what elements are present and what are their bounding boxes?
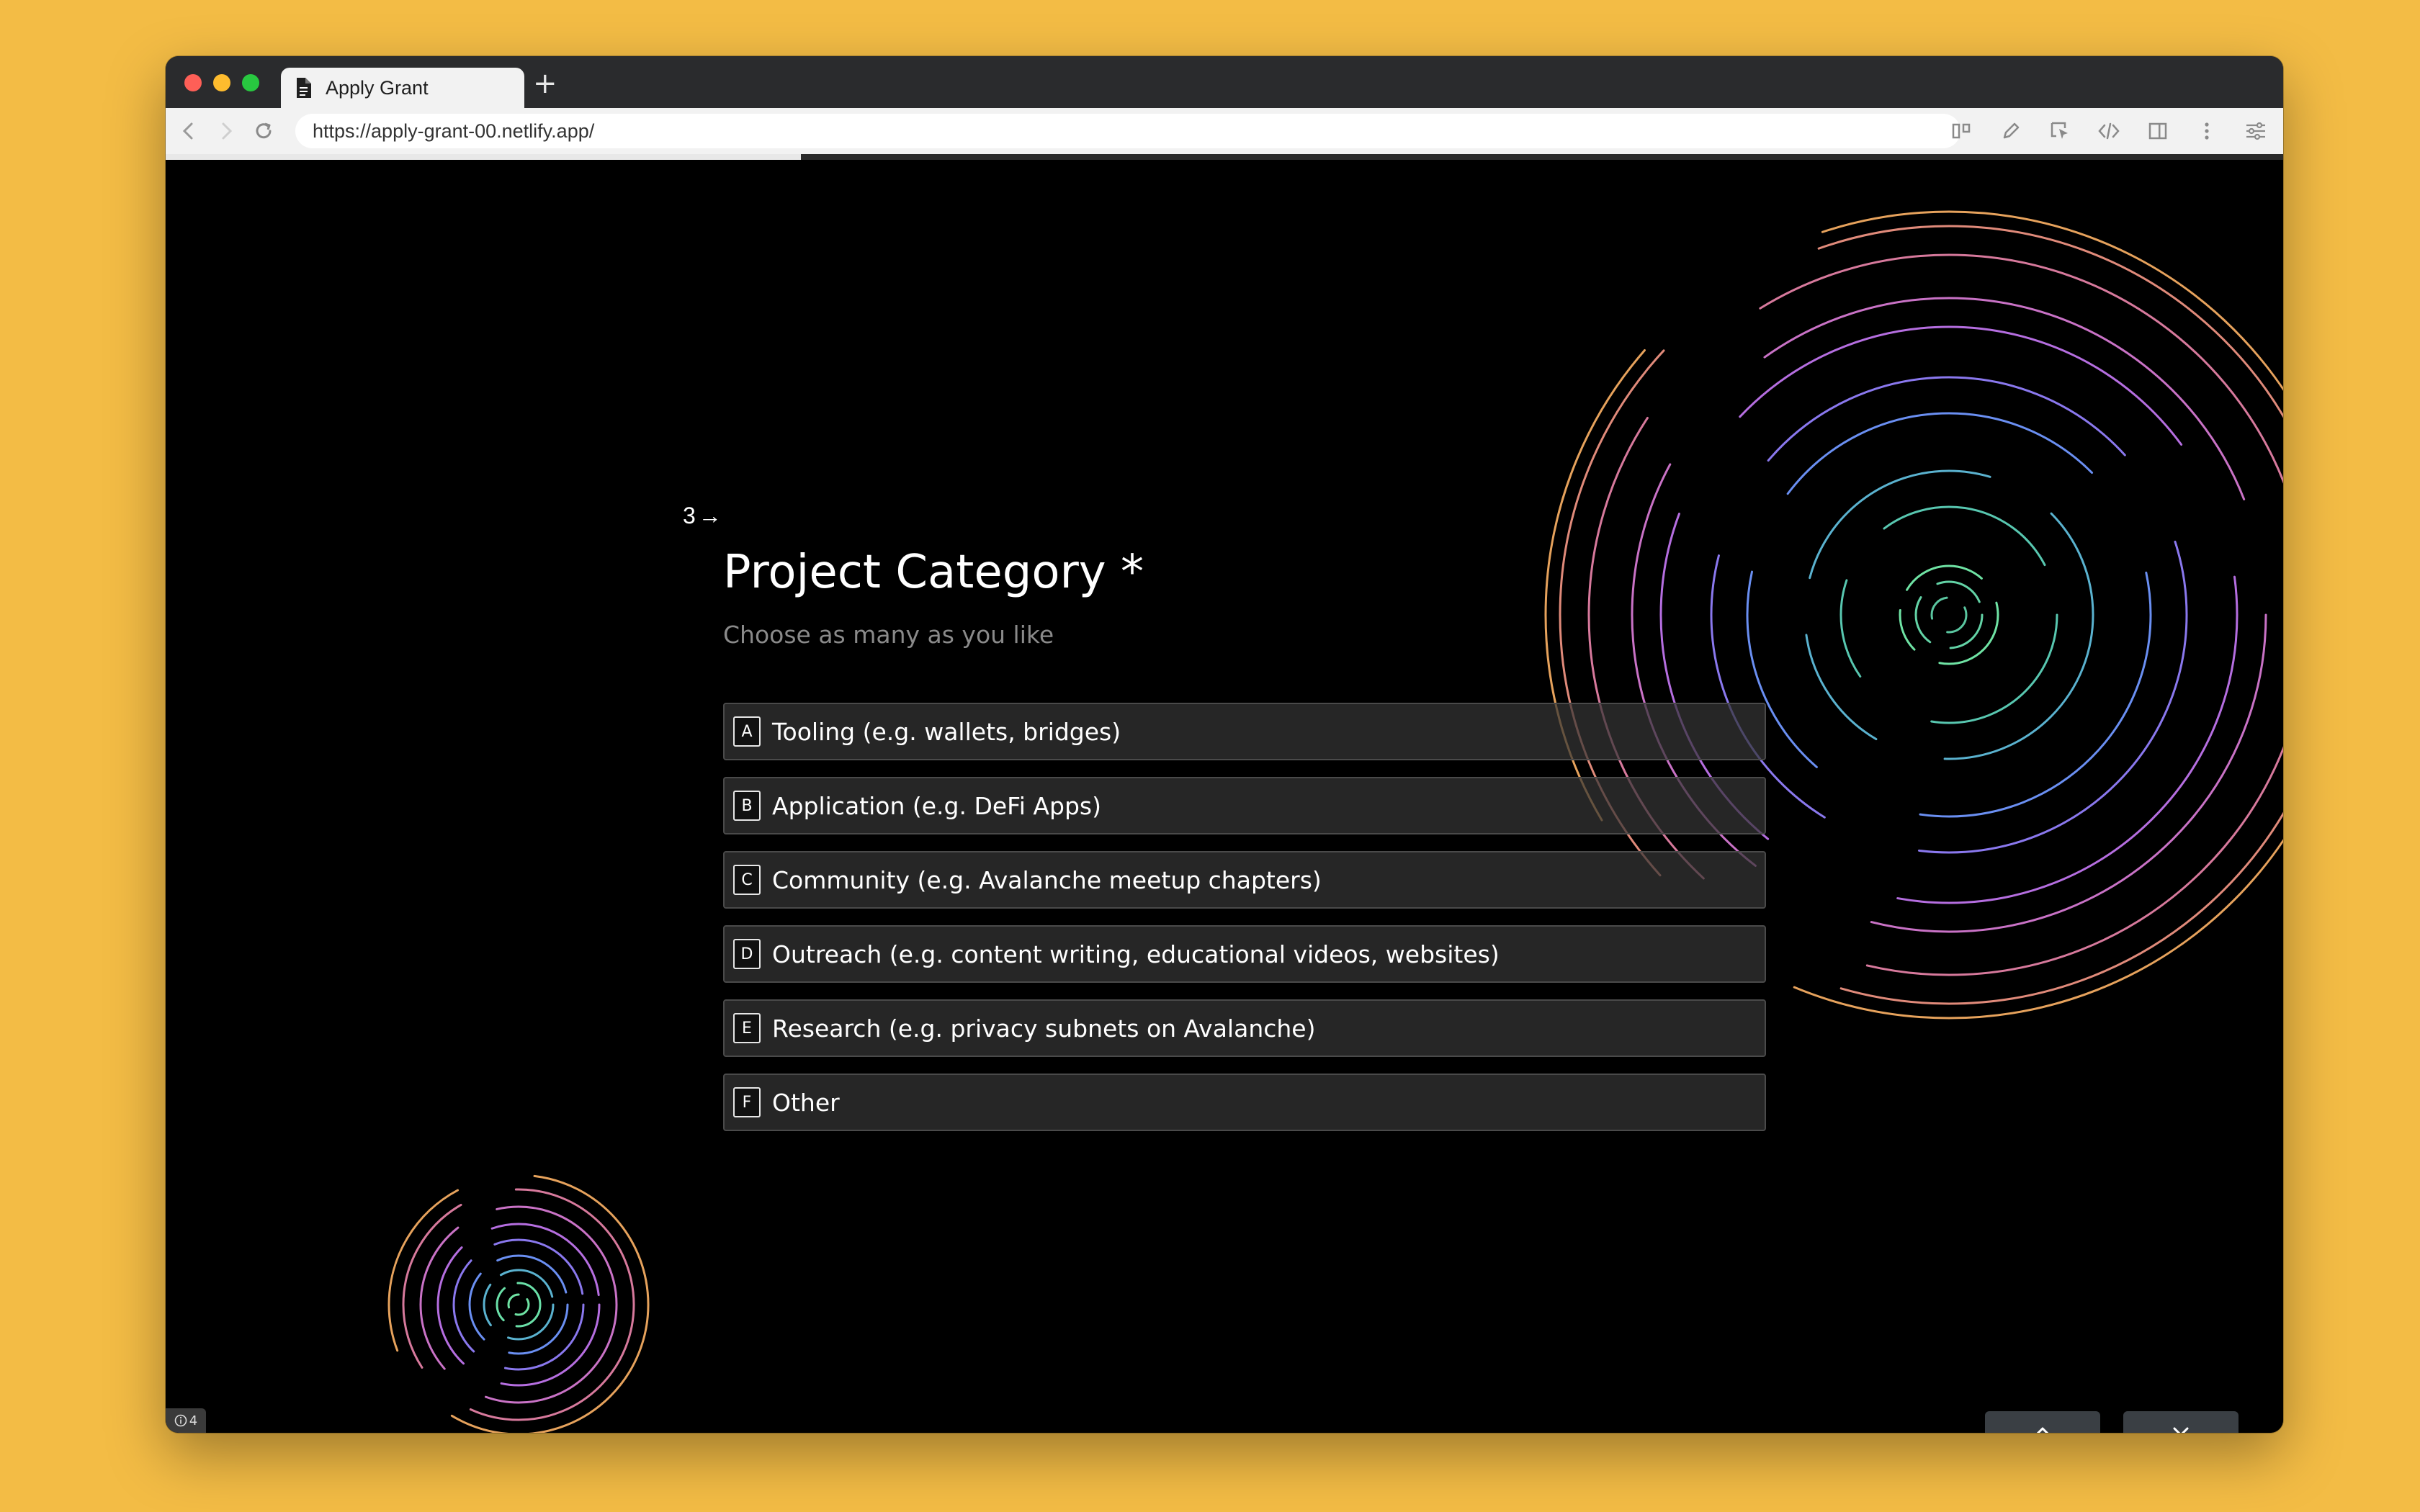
tab-title: Apply Grant xyxy=(326,76,429,99)
more-menu-icon[interactable] xyxy=(2194,118,2220,144)
info-icon xyxy=(174,1414,187,1427)
reload-icon[interactable] xyxy=(251,118,277,144)
question-title: Project Category * xyxy=(723,546,1144,599)
form-progress-bar xyxy=(166,154,2283,160)
previous-question-button[interactable] xyxy=(1985,1411,2100,1433)
address-bar[interactable]: https://apply-grant-00.netlify.app/ xyxy=(295,114,1960,148)
option-tooling[interactable]: A Tooling (e.g. wallets, bridges) xyxy=(723,703,1766,760)
sliders-icon[interactable] xyxy=(2243,118,2269,144)
option-key: C xyxy=(733,865,761,895)
decorative-rings-small xyxy=(387,1174,650,1433)
pencil-icon[interactable] xyxy=(1998,118,2024,144)
new-tab-button[interactable]: + xyxy=(533,69,557,98)
tab-apply-grant[interactable]: Apply Grant xyxy=(281,68,524,108)
columns-icon[interactable] xyxy=(1949,118,1975,144)
forward-arrow-icon[interactable] xyxy=(213,118,239,144)
question-number-value: 3 xyxy=(683,503,696,528)
url-text: https://apply-grant-00.netlify.app/ xyxy=(313,120,595,142)
maximize-window-button[interactable] xyxy=(242,74,259,91)
option-key: B xyxy=(733,791,761,821)
option-label: Tooling (e.g. wallets, bridges) xyxy=(772,717,1121,746)
chevron-double-down-icon xyxy=(2173,1427,2189,1433)
option-list: A Tooling (e.g. wallets, bridges) B Appl… xyxy=(723,703,1766,1148)
option-community[interactable]: C Community (e.g. Avalanche meetup chapt… xyxy=(723,851,1766,909)
question-number: 3 → xyxy=(683,503,722,529)
info-badge-count: 4 xyxy=(189,1413,198,1428)
back-arrow-icon[interactable] xyxy=(176,118,202,144)
option-key: A xyxy=(733,716,761,747)
inspect-pointer-icon[interactable] xyxy=(2047,118,2073,144)
option-label: Application (e.g. DeFi Apps) xyxy=(772,791,1101,820)
option-outreach[interactable]: D Outreach (e.g. content writing, educat… xyxy=(723,925,1766,983)
option-other[interactable]: F Other xyxy=(723,1074,1766,1131)
question-arrow-icon: → xyxy=(698,503,722,528)
document-icon xyxy=(297,78,311,98)
code-icon[interactable] xyxy=(2096,118,2122,144)
option-label: Research (e.g. privacy subnets on Avalan… xyxy=(772,1014,1316,1043)
sidebar-icon[interactable] xyxy=(2145,118,2171,144)
next-question-button[interactable] xyxy=(2123,1411,2238,1433)
form-page: 3 → Project Category * Choose as many as… xyxy=(166,160,2283,1433)
option-label: Community (e.g. Avalanche meetup chapter… xyxy=(772,865,1322,894)
question-subtitle: Choose as many as you like xyxy=(723,621,1054,649)
option-key: E xyxy=(733,1013,761,1043)
option-application[interactable]: B Application (e.g. DeFi Apps) xyxy=(723,777,1766,834)
browser-window: Apply Grant + https://apply-grant-00.net… xyxy=(166,56,2283,1433)
option-key: F xyxy=(733,1087,761,1117)
browser-toolbar: https://apply-grant-00.netlify.app/ xyxy=(166,108,2283,154)
option-research[interactable]: E Research (e.g. privacy subnets on Aval… xyxy=(723,999,1766,1057)
chevron-double-up-icon xyxy=(2036,1427,2049,1433)
info-badge[interactable]: 4 xyxy=(166,1408,206,1433)
close-window-button[interactable] xyxy=(184,74,202,91)
option-key: D xyxy=(733,939,761,969)
option-label: Outreach (e.g. content writing, educatio… xyxy=(772,940,1500,968)
minimize-window-button[interactable] xyxy=(213,74,230,91)
form-progress-fill xyxy=(166,154,801,160)
option-label: Other xyxy=(772,1088,840,1117)
tab-strip: Apply Grant + xyxy=(166,56,2283,108)
